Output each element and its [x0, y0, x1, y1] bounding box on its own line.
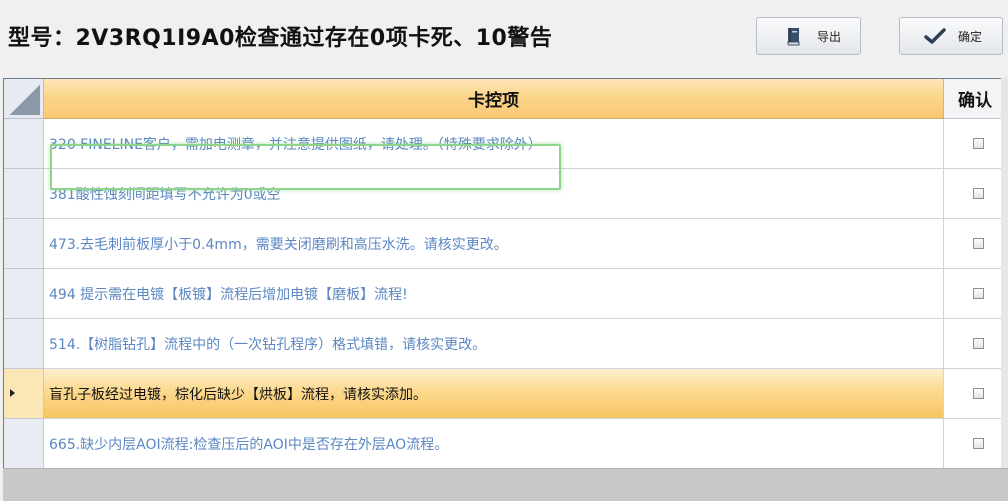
vertical-scrollbar[interactable]: [1001, 78, 1008, 500]
row-header[interactable]: [4, 419, 44, 469]
table-row[interactable]: 665.缺少内层AOI流程:检查压后的AOI中是否存在外层AO流程。: [4, 419, 1008, 469]
book-icon: [781, 24, 807, 48]
confirm-cell: [944, 419, 1008, 469]
grid-header-row: 卡控项 确认: [4, 79, 1008, 119]
table-row-selected[interactable]: 盲孔子板经过电镀，棕化后缺少【烘板】流程，请核实添加。: [4, 369, 1008, 419]
confirm-checkbox[interactable]: [973, 338, 984, 349]
confirm-checkbox[interactable]: [973, 138, 984, 149]
row-header[interactable]: [4, 119, 44, 169]
column-header-confirm[interactable]: 确认: [944, 79, 1008, 119]
row-header[interactable]: [4, 319, 44, 369]
check-item-cell[interactable]: 盲孔子板经过电镀，棕化后缺少【烘板】流程，请核实添加。: [44, 369, 944, 419]
row-header[interactable]: [4, 169, 44, 219]
horizontal-scrollbar[interactable]: [3, 468, 1008, 501]
check-item-cell[interactable]: 665.缺少内层AOI流程:检查压后的AOI中是否存在外层AO流程。: [44, 419, 944, 469]
check-item-cell[interactable]: 494 提示需在电镀【板镀】流程后增加电镀【磨板】流程!: [44, 269, 944, 319]
checkmark-icon: [922, 24, 948, 48]
check-items-grid: 卡控项 确认 320 FINELINE客户，需加电测章，并注意提供图纸，请处理。…: [3, 78, 1008, 501]
table-row[interactable]: 473.去毛刺前板厚小于0.4mm，需要关闭磨刷和高压水洗。请核实更改。: [4, 219, 1008, 269]
row-header[interactable]: [4, 369, 44, 419]
select-all-corner[interactable]: [4, 79, 44, 119]
confirm-cell: [944, 369, 1008, 419]
export-label: 导出: [817, 29, 842, 44]
row-header[interactable]: [4, 269, 44, 319]
row-header[interactable]: [4, 219, 44, 269]
confirm-button[interactable]: 确定: [899, 17, 1003, 55]
confirm-cell: [944, 319, 1008, 369]
current-row-arrow-icon: [10, 389, 15, 397]
export-button[interactable]: 导出: [756, 17, 861, 55]
confirm-checkbox[interactable]: [973, 188, 984, 199]
page-title: 型号：2V3RQ1I9A0检查通过存在0项卡死、10警告: [8, 26, 553, 51]
confirm-checkbox[interactable]: [973, 388, 984, 399]
confirm-cell: [944, 119, 1008, 169]
column-header-check-item[interactable]: 卡控项: [44, 79, 944, 119]
table-row[interactable]: 514.【树脂钻孔】流程中的（一次钻孔程序）格式填错，请核实更改。: [4, 319, 1008, 369]
confirm-checkbox[interactable]: [973, 288, 984, 299]
table-row[interactable]: 494 提示需在电镀【板镀】流程后增加电镀【磨板】流程!: [4, 269, 1008, 319]
confirm-checkbox[interactable]: [973, 438, 984, 449]
check-item-cell[interactable]: 473.去毛刺前板厚小于0.4mm，需要关闭磨刷和高压水洗。请核实更改。: [44, 219, 944, 269]
confirm-checkbox[interactable]: [973, 238, 984, 249]
toolbar: 型号：2V3RQ1I9A0检查通过存在0项卡死、10警告 导出 确定: [0, 0, 1008, 78]
annotation-highlight-box: [50, 144, 561, 190]
check-item-cell[interactable]: 514.【树脂钻孔】流程中的（一次钻孔程序）格式填错，请核实更改。: [44, 319, 944, 369]
confirm-cell: [944, 169, 1008, 219]
confirm-label: 确定: [958, 29, 983, 44]
confirm-cell: [944, 219, 1008, 269]
confirm-cell: [944, 269, 1008, 319]
